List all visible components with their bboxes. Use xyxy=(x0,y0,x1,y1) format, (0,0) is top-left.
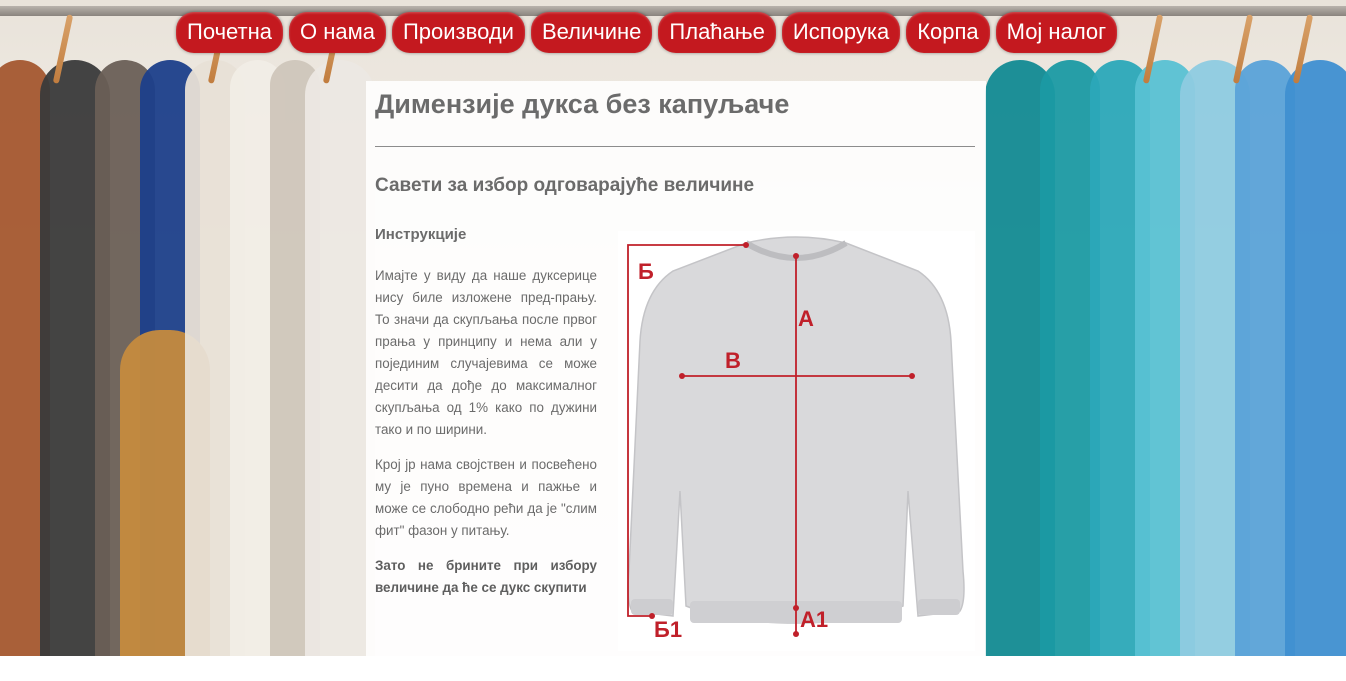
sweatshirt-size-diagram: Б А В Б1 А1 xyxy=(618,231,975,651)
measure-dot xyxy=(793,605,799,611)
label-v: В xyxy=(725,348,741,373)
divider xyxy=(375,146,975,147)
cuff-right xyxy=(918,599,960,615)
nav-about[interactable]: О нама xyxy=(289,12,386,53)
nav-home[interactable]: Почетна xyxy=(176,12,283,53)
nav-account[interactable]: Мој налог xyxy=(995,12,1118,53)
nav-cart[interactable]: Корпа xyxy=(906,12,990,53)
sweatshirt-diagram-svg: Б А В Б1 А1 xyxy=(627,236,965,642)
label-b: Б xyxy=(638,259,654,284)
instructions-heading: Инструкције xyxy=(375,226,467,243)
instructions-text: Имајте у виду да наше дуксерице нису бил… xyxy=(375,265,597,612)
garment xyxy=(305,60,375,656)
main-nav: Почетна О нама Производи Величине Плаћањ… xyxy=(176,12,1118,53)
page-title: Димензије дукса без капуљаче xyxy=(375,89,790,119)
nav-payment[interactable]: Плаћање xyxy=(658,12,776,53)
nav-products[interactable]: Производи xyxy=(391,12,525,53)
measure-dot xyxy=(679,373,685,379)
measure-dot xyxy=(909,373,915,379)
garment xyxy=(1285,60,1346,656)
paragraph: Крој јр нама својствен и посвећено му је… xyxy=(375,457,597,538)
measure-dot xyxy=(743,242,749,248)
paragraph-bold: Зато не брините при избору величине да ћ… xyxy=(375,558,597,595)
content-panel: Димензије дукса без капуљаче Савети за и… xyxy=(366,81,986,681)
label-a1: А1 xyxy=(800,607,828,632)
nav-sizes[interactable]: Величине xyxy=(530,12,653,53)
section-subtitle: Савети за избор одговарајуће величине xyxy=(375,175,755,196)
cuff-left xyxy=(631,599,673,615)
label-a: А xyxy=(798,306,814,331)
measure-dot xyxy=(793,631,799,637)
measure-dot xyxy=(793,253,799,259)
label-b1: Б1 xyxy=(654,617,682,642)
paragraph: Имајте у виду да наше дуксерице нису бил… xyxy=(375,268,597,437)
nav-delivery[interactable]: Испорука xyxy=(781,12,901,53)
